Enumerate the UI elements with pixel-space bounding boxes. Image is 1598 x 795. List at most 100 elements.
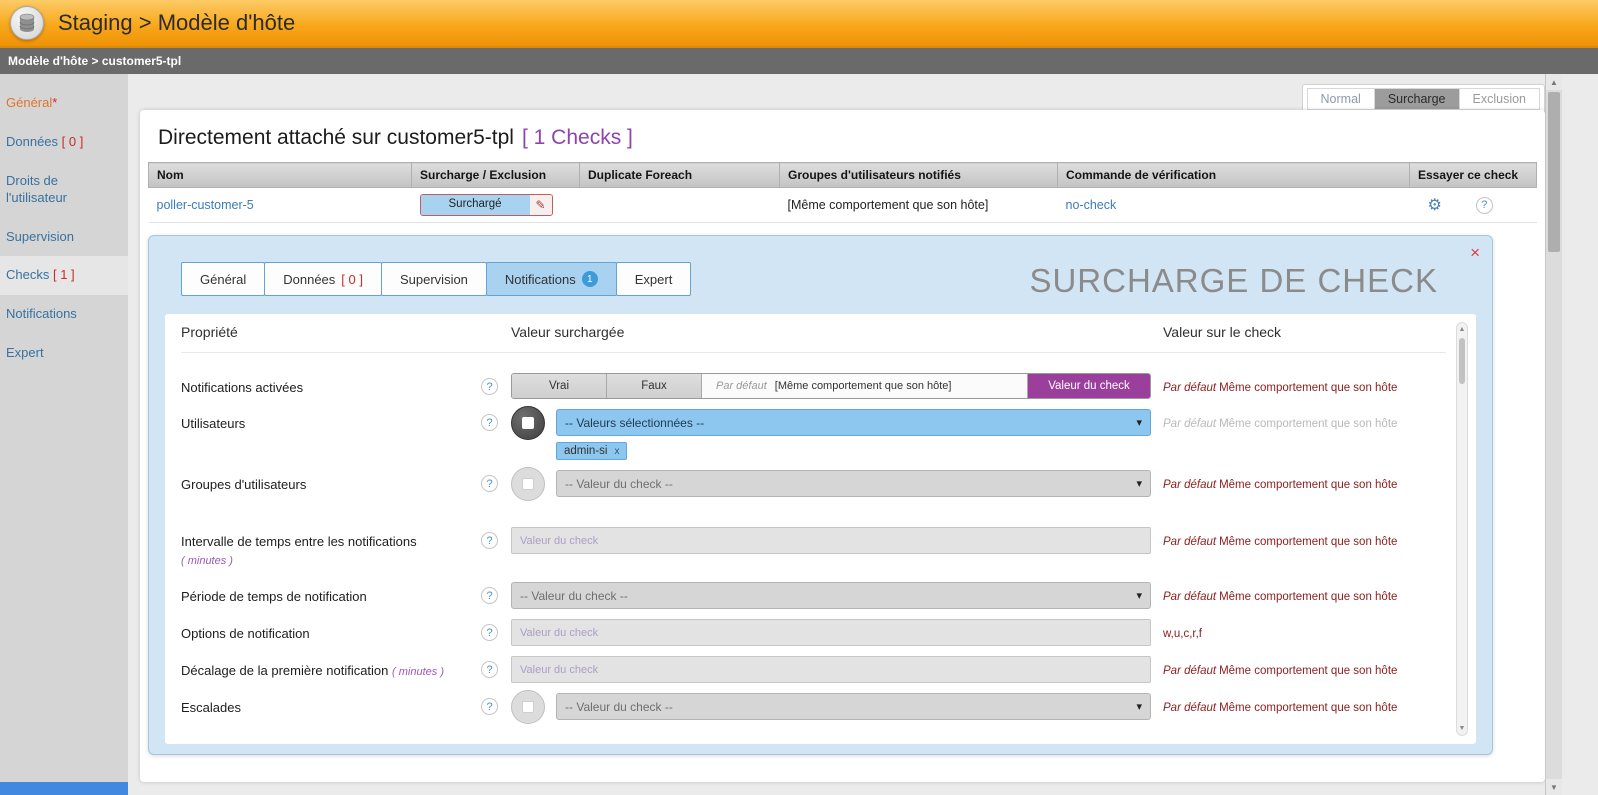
sidebar-item-general[interactable]: Général* — [0, 84, 128, 123]
notifications-enabled-segmented: Vrai Faux Par défaut [Même comportement … — [511, 373, 1151, 399]
check-value: Par défautMême comportement que son hôte — [1151, 409, 1446, 430]
help-icon[interactable]: ? — [481, 532, 498, 549]
help-icon[interactable]: ? — [481, 624, 498, 641]
check-name-link[interactable]: poller-customer-5 — [157, 198, 254, 212]
help-icon[interactable]: ? — [481, 587, 498, 604]
utilisateurs-select[interactable]: -- Valeurs sélectionnées -- ▾ — [556, 409, 1151, 436]
field-label: Notifications activées — [181, 373, 481, 397]
commande-link[interactable]: no-check — [1066, 198, 1117, 212]
page-scrollbar[interactable]: ▲ ▼ — [1545, 74, 1562, 795]
field-label: Options de notification — [181, 619, 481, 643]
overlay-form: Propriété Valeur surchargée Valeur sur l… — [165, 314, 1476, 744]
field-label: Période de temps de notification — [181, 582, 481, 606]
check-value: Par défautMême comportement que son hôte — [1151, 693, 1446, 714]
surcharge-state-label: Surchargé — [421, 195, 530, 215]
option-valeur-du-check[interactable]: Valeur du check — [1028, 374, 1150, 398]
tab-donnees[interactable]: Données[ 0 ] — [264, 262, 382, 296]
tab-general[interactable]: Général — [181, 262, 265, 296]
mode-toggle: Normal Surcharge Exclusion — [1302, 84, 1545, 113]
intervalle-input[interactable] — [511, 527, 1151, 554]
periode-select[interactable]: -- Valeur du check -- ▾ — [511, 582, 1151, 609]
help-icon[interactable]: ? — [481, 378, 498, 395]
tab-supervision[interactable]: Supervision — [381, 262, 487, 296]
scroll-up-icon[interactable]: ▲ — [1546, 74, 1562, 90]
unit-hint: ( minutes ) — [392, 666, 444, 678]
sidebar: Général* Données [ 0 ] Droits de l'utili… — [0, 74, 128, 795]
duplicate-cell — [580, 188, 780, 223]
surcharge-overlay: × Général Données[ 0 ] Supervision — [148, 235, 1493, 755]
sidebar-item-expert[interactable]: Expert — [0, 334, 128, 373]
donnees-count: [ 0 ] — [62, 134, 84, 149]
form-columns-header: Propriété Valeur surchargée Valeur sur l… — [181, 324, 1446, 353]
groupes-cell: [Même comportement que son hôte] — [780, 188, 1058, 223]
field-label: Décalage de la première notification ( m… — [181, 656, 481, 680]
close-icon[interactable]: × — [1470, 244, 1480, 261]
tab-expert[interactable]: Expert — [616, 262, 692, 296]
help-icon[interactable]: ? — [481, 475, 498, 492]
check-value: Par défautMême comportement que son hôte — [1151, 656, 1446, 677]
col-header-duplicate: Duplicate Foreach — [580, 163, 780, 188]
overlay-tabs: Général Données[ 0 ] Supervision Notific… — [181, 262, 691, 296]
row-groupes-utilisateurs: Groupes d'utilisateurs ? -- Valeur du ch… — [181, 470, 1446, 501]
help-icon[interactable]: ? — [481, 661, 498, 678]
override-toggle[interactable] — [511, 690, 545, 724]
checks-panel-title: Directement attaché sur customer5-tpl[ 1… — [140, 110, 1545, 162]
chevron-down-icon: ▾ — [1136, 700, 1142, 713]
mode-button-normal[interactable]: Normal — [1307, 88, 1375, 110]
gear-icon[interactable]: ⚙ — [1428, 195, 1442, 215]
scroll-up-icon[interactable]: ▲ — [1459, 323, 1466, 336]
edit-brush-icon[interactable]: ✎ — [530, 195, 552, 215]
escalades-select[interactable]: -- Valeur du check -- ▾ — [556, 693, 1151, 720]
override-toggle[interactable] — [511, 406, 545, 440]
main-layout: Général* Données [ 0 ] Droits de l'utili… — [0, 74, 1598, 795]
row-utilisateurs: Utilisateurs ? -- Valeurs sélectionnées … — [181, 409, 1446, 460]
override-toggle[interactable] — [511, 467, 545, 501]
check-value: Par défautMême comportement que son hôte — [1151, 582, 1446, 603]
option-faux[interactable]: Faux — [607, 374, 702, 398]
notifications-badge: 1 — [582, 271, 598, 287]
sidebar-item-supervision[interactable]: Supervision — [0, 218, 128, 257]
chevron-down-icon: ▾ — [1136, 477, 1142, 490]
breadcrumb: Modèle d'hôte > customer5-tpl — [0, 48, 1598, 74]
checks-panel: Directement attaché sur customer5-tpl[ 1… — [140, 110, 1545, 782]
overlay-scrollbar[interactable]: ▲ ▼ — [1456, 322, 1468, 736]
mode-button-exclusion[interactable]: Exclusion — [1460, 88, 1541, 110]
field-label: Utilisateurs — [181, 409, 481, 433]
help-icon[interactable]: ? — [481, 414, 498, 431]
sidebar-item-donnees[interactable]: Données [ 0 ] — [0, 123, 128, 162]
sidebar-item-droits[interactable]: Droits de l'utilisateur — [0, 162, 128, 218]
field-label: Groupes d'utilisateurs — [181, 470, 481, 494]
table-row: poller-customer-5 Surchargé ✎ [Même comp… — [149, 188, 1537, 223]
row-escalades: Escalades ? -- Valeur du check -- ▾ — [181, 693, 1446, 724]
page-scrollbar-thumb[interactable] — [1548, 92, 1560, 252]
check-value: Par défautMême comportement que son hôte — [1151, 470, 1446, 491]
check-value: w,u,c,r,f — [1151, 619, 1446, 640]
options-input[interactable] — [511, 619, 1151, 646]
option-vrai[interactable]: Vrai — [512, 374, 607, 398]
surcharge-state-button[interactable]: Surchargé ✎ — [420, 194, 553, 216]
overlay-scrollbar-thumb[interactable] — [1459, 338, 1465, 384]
checks-table: Nom Surcharge / Exclusion Duplicate Fore… — [148, 162, 1537, 223]
tab-notifications[interactable]: Notifications1 — [486, 262, 617, 296]
checks-count-badge: [ 1 Checks ] — [522, 126, 633, 149]
checks-count: [ 1 ] — [53, 267, 75, 282]
sidebar-item-checks[interactable]: Checks [ 1 ] — [0, 256, 128, 295]
essayer-cell: ⚙ ? — [1418, 195, 1529, 215]
scroll-down-icon[interactable]: ▼ — [1459, 722, 1466, 735]
chevron-down-icon: ▾ — [1136, 416, 1142, 429]
sidebar-item-notifications[interactable]: Notifications — [0, 295, 128, 334]
groupes-select[interactable]: -- Valeur du check -- ▾ — [556, 470, 1151, 497]
mode-button-surcharge[interactable]: Surcharge — [1375, 88, 1460, 110]
help-icon[interactable]: ? — [481, 698, 498, 715]
check-value: Par défautMême comportement que son hôte — [1151, 527, 1446, 548]
scroll-down-icon[interactable]: ▼ — [1546, 779, 1562, 795]
row-intervalle: Intervalle de temps entre les notificati… — [181, 527, 1446, 568]
main-content: Normal Surcharge Exclusion Directement a… — [128, 74, 1598, 795]
remove-tag-icon[interactable]: x — [614, 446, 619, 457]
try-help-icon[interactable]: ? — [1476, 197, 1493, 214]
footer-strip — [0, 782, 128, 795]
col-header-groupes: Groupes d'utilisateurs notifiés — [780, 163, 1058, 188]
unit-hint: ( minutes ) — [181, 555, 233, 567]
option-par-defaut[interactable]: Par défaut [Même comportement que son hô… — [702, 374, 1028, 398]
decalage-input[interactable] — [511, 656, 1151, 683]
